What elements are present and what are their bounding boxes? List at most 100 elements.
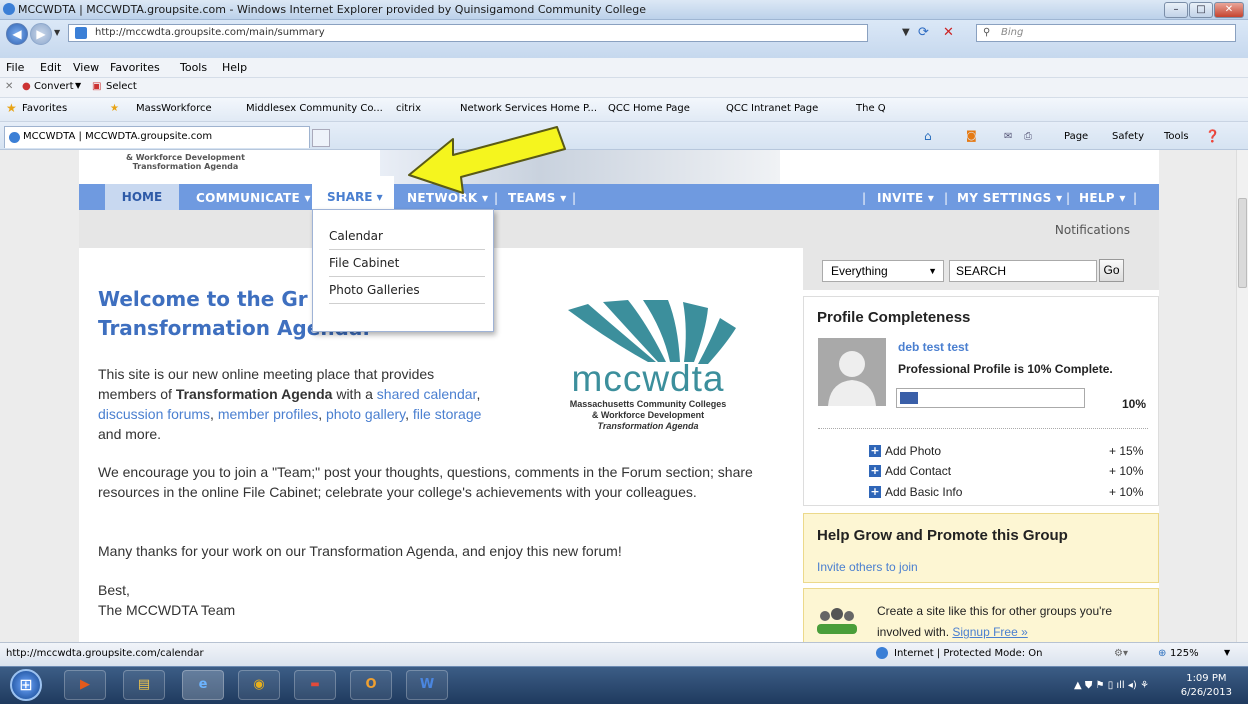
favorite-link-qcc-intranet[interactable]: QCC Intranet Page	[726, 103, 818, 114]
forward-icon[interactable]: ▶	[30, 23, 52, 45]
back-icon[interactable]: ◀	[6, 23, 28, 45]
nav-communicate[interactable]: COMMUNICATE ▾	[196, 191, 311, 205]
history-dropdown-icon[interactable]: ▼	[54, 28, 60, 37]
intro-line4: and more.	[98, 426, 162, 442]
menu-item-calendar[interactable]: Calendar	[329, 223, 485, 250]
yellow-arrow-annotation	[408, 126, 566, 194]
new-tab-button[interactable]	[312, 129, 330, 147]
favorite-link-citrix[interactable]: citrix	[396, 103, 421, 114]
search-scope-select[interactable]: Everything ▼	[822, 260, 944, 282]
page-menu[interactable]: Page	[1064, 131, 1088, 142]
tab-title: MCCWDTA | MCCWDTA.groupsite.com	[23, 131, 213, 142]
zoom-dropdown-icon[interactable]: ▼	[1224, 648, 1230, 657]
tab-current[interactable]: MCCWDTA | MCCWDTA.groupsite.com	[4, 126, 310, 148]
explorer-folder-icon[interactable]: ▤	[123, 670, 165, 700]
search-go-button[interactable]: Go	[1099, 259, 1124, 282]
system-clock[interactable]: 1:09 PM 6/26/2013	[1181, 672, 1232, 700]
add-favorite-icon[interactable]: ★	[110, 103, 119, 114]
avatar[interactable]	[818, 338, 886, 406]
create-site-text2a: involved with.	[877, 625, 953, 639]
menu-favorites[interactable]: Favorites	[110, 61, 160, 74]
profile-heading: Profile Completeness	[817, 309, 971, 326]
media-player-icon[interactable]: ▶	[64, 670, 106, 700]
nav-help[interactable]: HELP ▾	[1079, 191, 1126, 205]
signature: Best, The MCCWDTA Team	[98, 580, 235, 620]
tray-icons[interactable]: ▲ ⛊ ⚑ ▯ ıll ◂) ⚘	[1074, 680, 1149, 691]
tab-ie-icon	[9, 132, 20, 143]
nav-share[interactable]: SHARE ▾	[312, 176, 394, 210]
address-bar[interactable]: http://mccwdta.groupsite.com/main/summar…	[68, 24, 868, 42]
add-basic-info-link[interactable]: Add Basic Info	[885, 485, 962, 499]
mccwdta-logo: mccwdta Massachusetts Community Colleges…	[548, 300, 748, 440]
menu-edit[interactable]: Edit	[40, 61, 61, 74]
intro-line1: This site is our new online meeting plac…	[98, 366, 435, 382]
close-toolbar-icon[interactable]: ✕	[5, 81, 13, 92]
menu-file[interactable]: File	[6, 61, 24, 74]
logo-line3: Transformation Agenda	[597, 421, 699, 431]
add-photo-value: + 15%	[1109, 444, 1144, 458]
nav-home[interactable]: HOME	[105, 184, 179, 210]
address-dropdown-icon[interactable]: ▼	[902, 27, 910, 38]
home-icon[interactable]: ⌂	[924, 129, 932, 143]
add-contact-link[interactable]: Add Contact	[885, 464, 951, 478]
menu-item-photo-galleries[interactable]: Photo Galleries	[329, 277, 485, 304]
signup-free-link[interactable]: Signup Free »	[952, 625, 1027, 639]
stop-icon[interactable]: ✕	[943, 25, 954, 40]
address-text: http://mccwdta.groupsite.com/main/summar…	[95, 27, 325, 38]
print-icon[interactable]: ⎙	[1024, 131, 1032, 142]
ie-taskbar-icon[interactable]: e	[182, 670, 224, 700]
member-profiles-link[interactable]: member profiles	[218, 406, 318, 422]
favorite-link-the-q[interactable]: The Q	[856, 103, 886, 114]
nav-my-settings[interactable]: MY SETTINGS ▾	[957, 191, 1062, 205]
thanks-paragraph: Many thanks for your work on our Transfo…	[98, 543, 622, 559]
discussion-forums-link[interactable]: discussion forums	[98, 406, 210, 422]
select-button[interactable]: Select	[106, 81, 137, 92]
favorite-link-qcc-home[interactable]: QCC Home Page	[608, 103, 690, 114]
feeds-icon[interactable]: ◙	[966, 129, 977, 142]
cars-app-icon[interactable]: ▬	[294, 670, 336, 700]
security-icon[interactable]: ⚙▾	[1114, 648, 1128, 659]
photo-gallery-link[interactable]: photo gallery	[326, 406, 405, 422]
favorite-link-middlesex[interactable]: Middlesex Community Co...	[246, 103, 383, 114]
signature-line2: The MCCWDTA Team	[98, 602, 236, 618]
safety-menu[interactable]: Safety	[1112, 131, 1144, 142]
logo-wordmark: mccwdta	[571, 358, 725, 399]
zoom-level[interactable]: 125%	[1170, 648, 1199, 659]
minimize-button[interactable]: –	[1164, 2, 1188, 18]
start-button[interactable]: ⊞	[10, 669, 42, 701]
profile-name-link[interactable]: deb test test	[898, 340, 969, 354]
vertical-scrollbar[interactable]	[1236, 150, 1248, 642]
close-button[interactable]: ✕	[1214, 2, 1244, 18]
menu-help[interactable]: Help	[222, 61, 247, 74]
nav-invite[interactable]: INVITE ▾	[877, 191, 934, 205]
shared-calendar-link[interactable]: shared calendar	[377, 386, 477, 402]
convert-dropdown-icon[interactable]: ▼	[75, 81, 81, 90]
maximize-button[interactable]: □	[1189, 2, 1213, 18]
favorites-button[interactable]: Favorites	[22, 103, 67, 114]
convert-button[interactable]: Convert	[34, 81, 74, 92]
refresh-icon[interactable]: ⟳	[918, 25, 929, 40]
scrollbar-thumb[interactable]	[1238, 198, 1247, 288]
file-storage-link[interactable]: file storage	[413, 406, 481, 422]
divider	[818, 428, 1148, 429]
menu-item-file-cabinet[interactable]: File Cabinet	[329, 250, 485, 277]
site-search-input[interactable]: SEARCH	[949, 260, 1097, 282]
site-logo-small[interactable]: & Workforce Development Transformation A…	[126, 153, 245, 171]
search-input[interactable]: ⚲ Bing	[976, 24, 1236, 42]
intro-bold: Transformation Agenda	[175, 386, 333, 402]
favorite-link-network-services[interactable]: Network Services Home P...	[460, 103, 597, 114]
help-icon[interactable]: ❓	[1205, 129, 1220, 143]
favorite-link-massworkforce[interactable]: MassWorkforce	[136, 103, 212, 114]
outlook-icon[interactable]: O	[350, 670, 392, 700]
notifications-link[interactable]: Notifications	[1055, 223, 1130, 237]
mail-icon[interactable]: ✉	[1004, 131, 1012, 142]
tools-menu[interactable]: Tools	[1164, 131, 1189, 142]
add-photo-link[interactable]: Add Photo	[885, 444, 941, 458]
word-icon[interactable]: W	[406, 670, 448, 700]
create-site-text: Create a site like this for other groups…	[877, 604, 1113, 618]
chrome-icon[interactable]: ◉	[238, 670, 280, 700]
invite-others-link[interactable]: Invite others to join	[817, 560, 918, 574]
menu-tools[interactable]: Tools	[180, 61, 207, 74]
nav-divider: |	[1133, 191, 1138, 205]
menu-view[interactable]: View	[73, 61, 99, 74]
